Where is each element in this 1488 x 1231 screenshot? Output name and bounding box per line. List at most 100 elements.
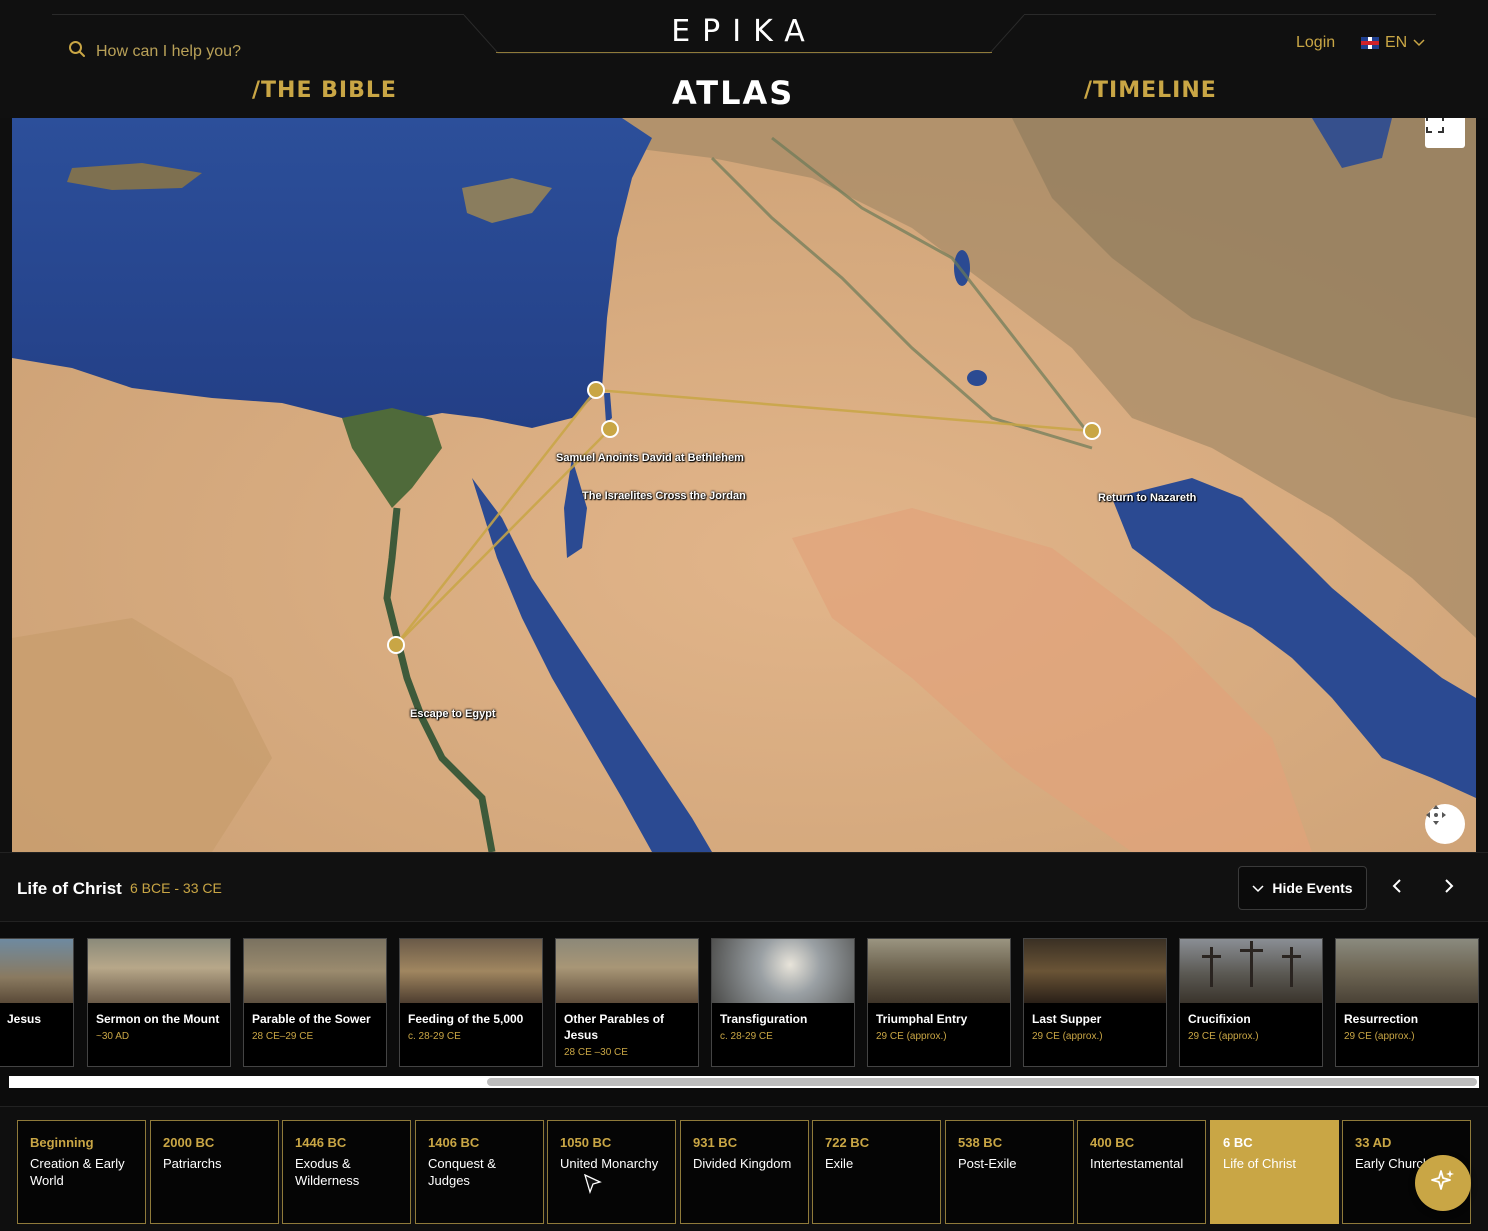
- map-label-egypt[interactable]: Escape to Egypt: [410, 708, 496, 720]
- next-era-button[interactable]: [1437, 875, 1461, 899]
- events-header: Life of Christ 6 BCE - 33 CE Hide Events: [0, 852, 1488, 922]
- nav-atlas[interactable]: ATLAS: [672, 74, 794, 112]
- event-card-crucifixion[interactable]: Crucifixion 29 CE (approx.): [1179, 938, 1323, 1067]
- event-cards-carousel[interactable]: Jesus Sermon on the Mount ~30 AD Parable…: [0, 922, 1488, 1106]
- reset-view-button[interactable]: [1425, 804, 1465, 844]
- current-era-title: Life of Christ: [17, 879, 122, 898]
- event-date: c. 28-29 CE: [720, 1031, 773, 1042]
- hide-events-button[interactable]: Hide Events: [1238, 866, 1367, 910]
- chevron-down-icon: [1252, 880, 1264, 896]
- era-card-intertestamental[interactable]: 400 BC Intertestamental: [1077, 1120, 1206, 1224]
- prev-era-button[interactable]: [1385, 875, 1409, 899]
- era-year: 931 BC: [693, 1135, 738, 1150]
- event-card-triumphal-entry[interactable]: Triumphal Entry 29 CE (approx.): [867, 938, 1011, 1067]
- event-date: 28 CE –30 CE: [564, 1047, 628, 1058]
- logo-underline: [496, 52, 992, 53]
- era-year: 33 AD: [1355, 1135, 1392, 1150]
- login-link[interactable]: Login: [1296, 34, 1335, 52]
- era-name: Exodus & Wilderness: [295, 1156, 360, 1188]
- event-title: Parable of the Sower: [252, 1012, 371, 1026]
- current-era-range: 6 BCE - 33 CE: [130, 880, 222, 896]
- event-date: 29 CE (approx.): [876, 1031, 947, 1042]
- event-thumbnail: [0, 939, 73, 1003]
- era-card-patriarchs[interactable]: 2000 BC Patriarchs: [150, 1120, 279, 1224]
- cards-scrollbar[interactable]: [9, 1076, 1479, 1088]
- era-name: Intertestamental: [1090, 1156, 1184, 1171]
- era-year: 538 BC: [958, 1135, 1003, 1150]
- era-card-divided-kingdom[interactable]: 931 BC Divided Kingdom: [680, 1120, 809, 1224]
- event-date: 29 CE (approx.): [1188, 1031, 1259, 1042]
- event-card-jesus[interactable]: Jesus: [0, 938, 74, 1067]
- fullscreen-button[interactable]: [1425, 118, 1465, 148]
- nav-timeline[interactable]: /TIMELINE: [1084, 78, 1217, 103]
- map-label-samuel[interactable]: Samuel Anoints David at Bethlehem: [556, 452, 744, 464]
- event-card-last-supper[interactable]: Last Supper 29 CE (approx.): [1023, 938, 1167, 1067]
- event-card-transfiguration[interactable]: Transfiguration c. 28-29 CE: [711, 938, 855, 1067]
- event-thumbnail: [400, 939, 542, 1003]
- event-card-feeding-of-the-5000[interactable]: Feeding of the 5,000 c. 28-29 CE: [399, 938, 543, 1067]
- era-card-exile[interactable]: 722 BC Exile: [812, 1120, 941, 1224]
- event-date: 29 CE (approx.): [1344, 1031, 1415, 1042]
- search-input[interactable]: [96, 42, 356, 61]
- header-frame-right: [1024, 14, 1436, 15]
- map-label-jordan[interactable]: The Israelites Cross the Jordan: [582, 490, 746, 502]
- cards-scrollbar-thumb[interactable]: [487, 1078, 1477, 1086]
- ai-assistant-button[interactable]: [1415, 1155, 1471, 1211]
- language-selector[interactable]: EN: [1361, 34, 1425, 52]
- event-thumbnail: [88, 939, 230, 1003]
- era-name: Life of Christ: [1223, 1156, 1296, 1171]
- event-title: Resurrection: [1344, 1012, 1419, 1026]
- era-card-post-exile[interactable]: 538 BC Post-Exile: [945, 1120, 1074, 1224]
- era-year: 1446 BC: [295, 1135, 347, 1150]
- header: EPIKA Login EN /THE BIBLE ATLAS /TIMELIN…: [0, 0, 1488, 118]
- map-marker-egypt[interactable]: [387, 636, 405, 654]
- sparkle-icon: [1430, 1168, 1456, 1199]
- era-timeline: Beginning Creation & Early World 2000 BC…: [0, 1106, 1488, 1231]
- era-card-conquest[interactable]: 1406 BC Conquest & Judges: [415, 1120, 544, 1224]
- era-card-united-monarchy[interactable]: 1050 BC United Monarchy: [547, 1120, 676, 1224]
- logo[interactable]: EPIKA: [496, 0, 992, 56]
- era-year: 1406 BC: [428, 1135, 480, 1150]
- event-date: 28 CE–29 CE: [252, 1031, 314, 1042]
- logo-text: EPIKA: [671, 14, 817, 49]
- era-card-beginning[interactable]: Beginning Creation & Early World: [17, 1120, 146, 1224]
- event-title: Crucifixion: [1188, 1012, 1251, 1026]
- header-frame-left: [52, 14, 464, 15]
- era-name: Patriarchs: [163, 1156, 222, 1171]
- event-thumbnail: [1336, 939, 1478, 1003]
- event-date: ~30 AD: [96, 1031, 130, 1042]
- chevron-left-icon: [1392, 877, 1402, 898]
- event-title: Triumphal Entry: [876, 1012, 968, 1026]
- event-thumbnail: [1024, 939, 1166, 1003]
- map-marker-nazareth[interactable]: [1083, 422, 1101, 440]
- event-card-parable-of-the-sower[interactable]: Parable of the Sower 28 CE–29 CE: [243, 938, 387, 1067]
- hide-events-label: Hide Events: [1272, 880, 1353, 896]
- era-year: Beginning: [30, 1135, 94, 1150]
- event-title: Other Parables of Jesus: [564, 1012, 665, 1042]
- event-card-other-parables[interactable]: Other Parables of Jesus 28 CE –30 CE: [555, 938, 699, 1067]
- map-marker-bethlehem[interactable]: [601, 420, 619, 438]
- map-marker-galilee[interactable]: [587, 381, 605, 399]
- satellite-map[interactable]: Samuel Anoints David at Bethlehem The Is…: [12, 118, 1476, 852]
- era-name: Conquest & Judges: [428, 1156, 496, 1188]
- event-thumbnail: [556, 939, 698, 1003]
- uk-flag-icon: [1361, 37, 1379, 49]
- search-bar[interactable]: [68, 40, 356, 63]
- era-card-exodus[interactable]: 1446 BC Exodus & Wilderness: [282, 1120, 411, 1224]
- era-card-life-of-christ[interactable]: 6 BC Life of Christ: [1210, 1120, 1339, 1224]
- nav-the-bible[interactable]: /THE BIBLE: [252, 78, 397, 103]
- era-name: Exile: [825, 1156, 854, 1171]
- language-label: EN: [1385, 34, 1408, 51]
- event-card-resurrection[interactable]: Resurrection 29 CE (approx.): [1335, 938, 1479, 1067]
- event-card-sermon-on-the-mount[interactable]: Sermon on the Mount ~30 AD: [87, 938, 231, 1067]
- era-year: 1050 BC: [560, 1135, 612, 1150]
- era-year: 6 BC: [1223, 1135, 1253, 1150]
- event-thumbnail: [712, 939, 854, 1003]
- event-title: Transfiguration: [720, 1012, 808, 1026]
- era-name: Divided Kingdom: [693, 1156, 792, 1171]
- era-name: Creation & Early World: [30, 1156, 125, 1188]
- event-date: c. 28-29 CE: [408, 1031, 461, 1042]
- route-lines: [387, 381, 1101, 654]
- map-label-nazareth[interactable]: Return to Nazareth: [1098, 492, 1196, 504]
- mouse-cursor-icon: [583, 1173, 602, 1199]
